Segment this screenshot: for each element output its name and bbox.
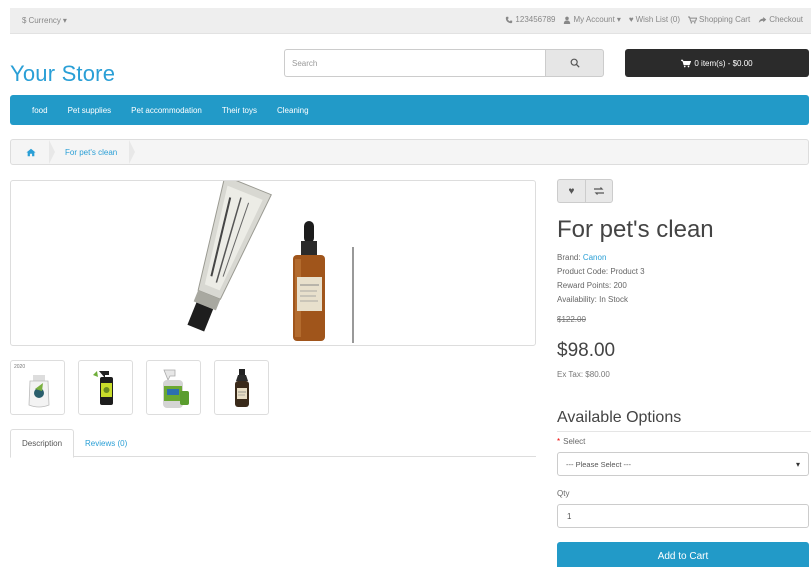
shopping-cart-label: Shopping Cart xyxy=(699,15,751,24)
currency-label: Currency xyxy=(28,16,61,25)
breadcrumb-current[interactable]: For pet's clean xyxy=(51,140,136,164)
search-icon xyxy=(570,58,580,68)
add-to-wishlist-button[interactable]: ♥ xyxy=(557,179,585,203)
breadcrumb: For pet's clean xyxy=(10,139,809,165)
home-icon xyxy=(26,148,36,156)
my-account-link[interactable]: My Account ▾ xyxy=(563,15,621,24)
top-links: 123456789 My Account ▾ ♥ Wish List (0) S… xyxy=(505,15,803,24)
wishlist-label: Wish List (0) xyxy=(635,15,681,24)
share-arrow-icon xyxy=(758,16,767,23)
wishlist-link[interactable]: ♥ Wish List (0) xyxy=(629,15,680,24)
thumbnail-3[interactable] xyxy=(146,360,201,415)
product-tabs: Description Reviews (0) xyxy=(10,429,536,458)
caret-down-icon: ▾ xyxy=(62,16,67,25)
phone-number: 123456789 xyxy=(515,15,556,24)
phone-icon xyxy=(506,16,513,23)
my-account-label: My Account xyxy=(573,15,615,24)
caret-down-icon: ▾ xyxy=(795,459,800,469)
heart-icon: ♥ xyxy=(568,185,575,197)
compare-button[interactable] xyxy=(585,179,613,203)
product-photo xyxy=(187,181,354,343)
option-select-value: --- Please Select --- xyxy=(566,459,632,469)
store-logo[interactable]: Your Store xyxy=(10,61,115,87)
brand-label: Brand: xyxy=(557,253,581,262)
ex-tax-price: Ex Tax: $80.00 xyxy=(557,370,610,379)
search-bar xyxy=(284,49,604,77)
product-action-buttons: ♥ xyxy=(557,179,613,203)
product-title: For pet's clean xyxy=(557,216,714,243)
thumbnail-image xyxy=(93,371,113,405)
menu-item-their-toys[interactable]: Their toys xyxy=(222,106,257,115)
product-specs: Brand: Canon Product Code: Product 3 Rew… xyxy=(557,251,645,307)
menu-item-pet-supplies[interactable]: Pet supplies xyxy=(68,106,112,115)
thumbnail-1[interactable]: 2020 xyxy=(10,360,65,415)
compare-icon xyxy=(594,187,604,195)
cart-summary: 0 item(s) - $0.00 xyxy=(694,58,753,68)
qty-input[interactable] xyxy=(557,504,809,528)
thumbnail-2[interactable] xyxy=(78,360,133,415)
brand-link[interactable]: Canon xyxy=(583,253,607,262)
dollar-icon: $ xyxy=(22,16,27,25)
user-icon xyxy=(564,16,571,24)
checkout-link[interactable]: Checkout xyxy=(758,15,803,24)
tab-description[interactable]: Description xyxy=(10,429,75,458)
thumbnail-strip: 2020 xyxy=(10,360,269,415)
product-code: Product Code: Product 3 xyxy=(557,267,645,276)
thumbnail-4[interactable] xyxy=(214,360,269,415)
cart-icon xyxy=(681,59,692,67)
thumbnail-image xyxy=(163,369,189,408)
main-menu: food Pet supplies Pet accommodation Thei… xyxy=(10,95,809,125)
menu-item-pet-accommodation[interactable]: Pet accommodation xyxy=(131,106,202,115)
cart-icon xyxy=(688,16,698,23)
breadcrumb-home[interactable] xyxy=(11,140,55,164)
tab-reviews[interactable]: Reviews (0) xyxy=(74,429,138,457)
currency-dropdown[interactable]: $ Currency ▾ xyxy=(22,16,67,25)
thumbnail-image xyxy=(235,369,249,407)
shopping-cart-link[interactable]: Shopping Cart xyxy=(688,15,750,24)
caret-down-icon: ▾ xyxy=(616,15,621,24)
search-button[interactable] xyxy=(545,49,604,77)
menu-item-food[interactable]: food xyxy=(32,106,48,115)
reward-points: Reward Points: 200 xyxy=(557,281,627,290)
phone-link[interactable]: 123456789 xyxy=(505,15,555,24)
old-price: $122.00 xyxy=(557,315,586,324)
brand-row: Brand: Canon xyxy=(557,251,645,265)
top-bar: $ Currency ▾ 123456789 My Account ▾ ♥ Wi… xyxy=(10,8,811,34)
qty-label: Qty xyxy=(557,489,570,498)
option-select[interactable]: --- Please Select --- ▾ xyxy=(557,452,809,476)
available-options-heading: Available Options xyxy=(557,409,682,426)
search-input[interactable] xyxy=(284,49,545,77)
options-divider xyxy=(557,431,811,432)
product-main-image[interactable] xyxy=(10,180,536,346)
thumbnail-image xyxy=(28,375,50,408)
heart-icon: ♥ xyxy=(628,15,634,24)
header-cart-button[interactable]: 0 item(s) - $0.00 xyxy=(625,49,809,77)
add-to-cart-button[interactable]: Add to Cart xyxy=(557,542,809,567)
availability: Availability: In Stock xyxy=(557,295,628,304)
select-label: * Select xyxy=(557,437,585,446)
select-label-text: Select xyxy=(563,437,586,446)
price: $98.00 xyxy=(557,340,616,361)
required-asterisk: * xyxy=(557,437,561,446)
checkout-label: Checkout xyxy=(769,15,803,24)
menu-item-cleaning[interactable]: Cleaning xyxy=(277,106,309,115)
